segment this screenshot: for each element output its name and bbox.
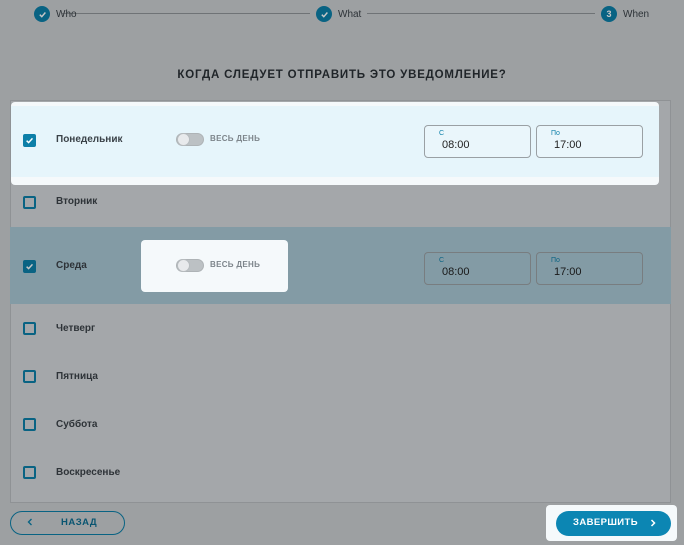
page-title: КОГДА СЛЕДУЕТ ОТПРАВИТЬ ЭТО УВЕДОМЛЕНИЕ? — [177, 69, 507, 81]
stepper-line — [367, 13, 595, 14]
wizard-stepper: Who What 3 When — [0, 0, 684, 28]
finish-button[interactable]: ЗАВЕРШИТЬ — [556, 511, 671, 536]
day-label: Воскресенье — [56, 467, 121, 478]
day-label: Вторник — [56, 196, 98, 207]
step-what[interactable]: What — [316, 6, 361, 22]
step-who[interactable]: Who — [34, 6, 77, 22]
day-checkbox[interactable] — [23, 196, 36, 209]
all-day-label: ВЕСЬ ДЕНЬ — [210, 134, 261, 143]
all-day-toggle[interactable] — [176, 133, 204, 146]
day-checkbox[interactable] — [23, 418, 36, 431]
finish-button-label: ЗАВЕРШИТЬ — [573, 517, 638, 528]
chevron-left-icon — [27, 518, 32, 526]
time-to-value: 17:00 — [554, 139, 582, 151]
day-checkbox[interactable] — [23, 370, 36, 383]
back-button[interactable]: НАЗАД — [10, 511, 125, 535]
time-from-value: 08:00 — [442, 266, 470, 278]
day-row-monday: Понедельник ВЕСЬ ДЕНЬ С 08:00 По 17:00 — [11, 106, 659, 177]
day-label: Четверг — [56, 323, 96, 334]
chevron-right-icon — [650, 519, 656, 527]
step-label: What — [338, 8, 362, 20]
day-checkbox[interactable] — [23, 134, 36, 147]
time-to-value: 17:00 — [554, 266, 582, 278]
day-row-wednesday: Среда С 08:00 По 17:00 — [10, 227, 671, 304]
check-icon — [26, 263, 34, 270]
day-label: Понедельник — [56, 134, 123, 145]
day-row-saturday: Суббота — [10, 401, 671, 449]
check-icon — [26, 137, 34, 144]
day-checkbox[interactable] — [23, 322, 36, 335]
step-when[interactable]: 3 When — [601, 6, 649, 22]
day-checkbox[interactable] — [23, 466, 36, 479]
day-row-tuesday: Вторник — [10, 178, 671, 226]
day-label: Пятница — [56, 371, 98, 382]
time-to-field[interactable]: По 17:00 — [536, 125, 643, 158]
toggle-knob — [177, 259, 190, 272]
step-label: When — [623, 8, 650, 20]
all-day-toggle[interactable] — [176, 259, 204, 272]
highlight-all-day-toggle: ВЕСЬ ДЕНЬ — [141, 240, 288, 292]
toggle-knob — [177, 133, 190, 146]
time-to-field[interactable]: По 17:00 — [536, 252, 643, 285]
stepper-line — [62, 13, 310, 14]
time-from-field[interactable]: С 08:00 — [424, 125, 531, 158]
day-label: Суббота — [56, 419, 98, 430]
day-row-thursday: Четверг — [10, 304, 671, 352]
step-number: 3 — [601, 6, 617, 22]
day-row-friday: Пятница — [10, 353, 671, 401]
day-row-sunday: Воскресенье — [10, 449, 671, 497]
time-from-field[interactable]: С 08:00 — [424, 252, 531, 285]
time-from-caption: С — [439, 130, 445, 137]
time-from-value: 08:00 — [442, 139, 470, 151]
day-label: Среда — [56, 260, 87, 271]
all-day-label: ВЕСЬ ДЕНЬ — [210, 260, 261, 269]
back-button-label: НАЗАД — [61, 517, 98, 528]
time-to-caption: По — [551, 257, 560, 264]
highlight-monday-row: Понедельник ВЕСЬ ДЕНЬ С 08:00 По 17:00 — [11, 102, 659, 185]
check-icon — [34, 6, 50, 22]
step-label: Who — [56, 8, 77, 20]
time-to-caption: По — [551, 130, 560, 137]
day-checkbox[interactable] — [23, 260, 36, 273]
time-from-caption: С — [439, 257, 445, 264]
check-icon — [316, 6, 332, 22]
